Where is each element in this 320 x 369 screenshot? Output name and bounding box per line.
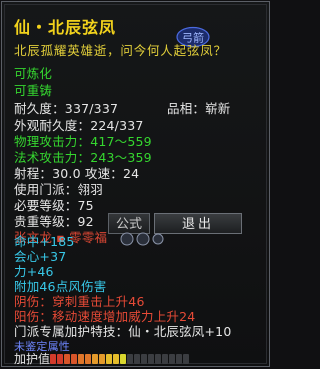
protect-gauge-segment — [106, 354, 112, 364]
protect-gauge-segment — [99, 354, 105, 364]
required-level-text: 必要等级：75 — [14, 198, 94, 213]
stat-line: 阳伤：移动速度增加威力上升24 — [14, 309, 196, 324]
stat-line: 力+46 — [14, 264, 54, 279]
protect-gauge-segment — [92, 354, 98, 364]
protect-value-label: 加护值 — [14, 352, 51, 366]
protect-gauge-segment — [155, 354, 161, 364]
stat-line: 附加46点风伤害 — [14, 279, 107, 294]
protect-gauge-segment — [183, 354, 189, 364]
protect-bar-row: 加护值 — [14, 352, 194, 366]
stat-line: 阴伤：穿刺重击上升46 — [14, 294, 145, 309]
protect-gauge-segment — [162, 354, 168, 364]
protect-gauge-segment — [64, 354, 70, 364]
protect-gauge-segment — [50, 354, 56, 364]
item-title: 仙・北辰弦凤 — [14, 18, 117, 37]
grade-text: 品相：崭新 — [167, 101, 231, 116]
flag-reforgeable: 可重铸 — [14, 83, 53, 98]
protect-gauge-segment — [127, 354, 133, 364]
ghost-icons — [118, 229, 164, 249]
protect-gauge-segment — [78, 354, 84, 364]
grade-label: 品相： — [167, 101, 206, 116]
protect-gauge-segment — [113, 354, 119, 364]
durability-text: 耐久度：337/337 — [14, 101, 119, 116]
protect-gauge-segment — [141, 354, 147, 364]
protect-gauge-segment — [148, 354, 154, 364]
item-description: 北辰孤耀英雄逝，问今何人起弦凤？ — [14, 43, 227, 58]
magic-attack-text: 法术攻击力：243～359 — [14, 150, 152, 165]
physical-attack-text: 物理攻击力：417～559 — [14, 134, 152, 149]
faction-text: 使用门派：翎羽 — [14, 182, 103, 197]
protect-gauge-segment — [134, 354, 140, 364]
protect-gauge-segment — [120, 354, 126, 364]
protect-gauge-segment — [169, 354, 175, 364]
noble-level-text: 贵重等级：92 — [14, 214, 94, 229]
protect-gauge-segment — [85, 354, 91, 364]
protect-gauge — [50, 354, 189, 364]
flag-refinable: 可炼化 — [14, 66, 53, 81]
stat-line: 命中+185 — [14, 234, 75, 249]
grade-value: 崭新 — [205, 101, 231, 116]
protect-gauge-segment — [57, 354, 63, 364]
stat-line: 门派专属加护特技：仙・北辰弦凤+10 — [14, 324, 232, 339]
stat-line: 会心+37 — [14, 249, 67, 264]
appearance-durability-text: 外观耐久度：224/337 — [14, 118, 144, 133]
range-speed-text: 射程：30.0 攻速：24 — [14, 166, 140, 181]
protect-gauge-segment — [71, 354, 77, 364]
protect-gauge-segment — [176, 354, 182, 364]
exit-button[interactable]: 退出 — [154, 213, 242, 234]
